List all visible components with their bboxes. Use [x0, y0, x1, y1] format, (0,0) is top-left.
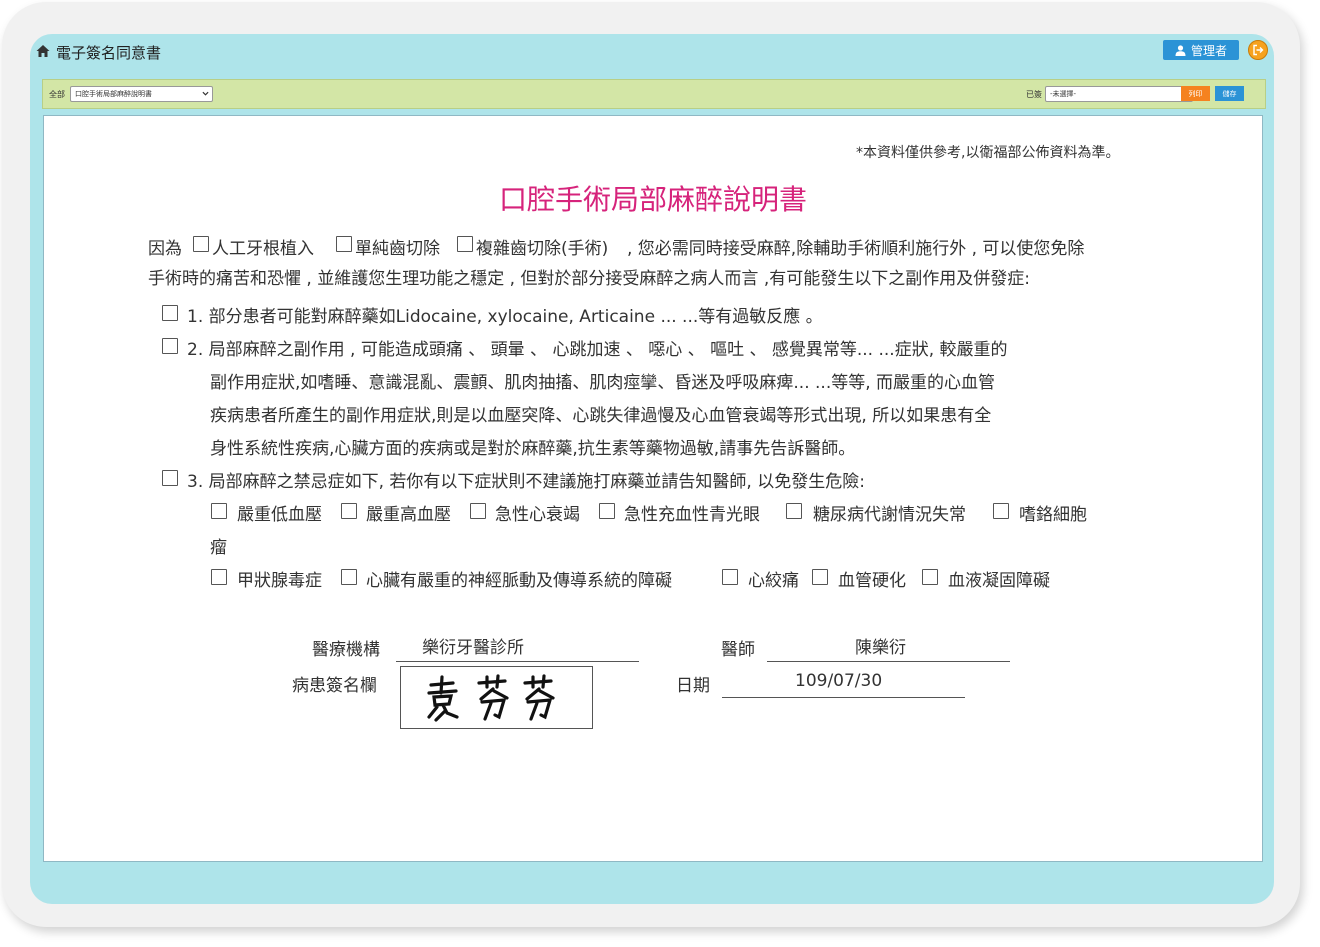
checkbox-pheochromocytoma[interactable]	[993, 503, 1009, 519]
logout-button[interactable]	[1248, 40, 1268, 60]
intro-option-label: 單純齒切除	[355, 239, 440, 259]
checkbox-arteriosclerosis[interactable]	[812, 569, 828, 585]
document-title: 口腔手術局部麻醉說明書	[498, 183, 807, 216]
checkbox-severe-hypotension[interactable]	[211, 503, 227, 519]
contra-label: 急性心衰竭	[495, 505, 580, 525]
device-frame: 電子簽名同意書 管理者 全部 口腔手術局部麻醉說明書 已簽 -未選擇- 列印 儲…	[2, 2, 1300, 927]
category-select-value: 口腔手術局部麻醉說明書	[75, 90, 152, 98]
item-2-line: 副作用症狀,如嗜睡、意識混亂、震顫、肌肉抽搐、肌肉痙攣、昏迷及呼吸麻痺... .…	[210, 373, 996, 393]
contra-label: 血液凝固障礙	[948, 571, 1050, 591]
checkbox-angina[interactable]	[722, 569, 738, 585]
contra-label: 心臟有嚴重的神經脈動及傳導系統的障礙	[366, 571, 672, 591]
checkbox-thyrotoxicosis[interactable]	[211, 569, 227, 585]
doctor-value: 陳樂衍	[855, 638, 906, 658]
item-2-line: 疾病患者所產生的副作用症狀,則是以血壓突降、心跳失律過慢及心血管衰竭等形式出現,…	[210, 406, 992, 426]
checkbox-coagulation-disorder[interactable]	[922, 569, 938, 585]
checkbox-simple-extraction[interactable]	[336, 236, 352, 252]
category-label: 全部	[49, 90, 65, 99]
checkbox-glaucoma[interactable]	[599, 503, 615, 519]
contra-label: 急性充血性青光眼	[624, 505, 760, 525]
intro-line-1: , 您必需同時接受麻醉,除輔助手術順利施行外 , 可以使您免除	[627, 239, 1085, 259]
logout-icon	[1253, 44, 1264, 56]
app-window: 電子簽名同意書 管理者 全部 口腔手術局部麻醉說明書 已簽 -未選擇- 列印 儲…	[30, 34, 1274, 904]
contra-label: 血管硬化	[838, 571, 906, 591]
user-icon	[1175, 44, 1186, 56]
checkbox-item-3[interactable]	[162, 470, 178, 486]
consent-document: *本資料僅供參考,以衛福部公佈資料為準。 口腔手術局部麻醉說明書 因為 人工牙根…	[43, 115, 1263, 862]
signed-select-value: -未選擇-	[1050, 90, 1077, 98]
date-label: 日期	[676, 676, 710, 696]
category-select[interactable]: 口腔手術局部麻醉說明書	[70, 86, 213, 102]
institution-value: 樂衍牙醫診所	[422, 638, 524, 658]
contra-label: 嚴重高血壓	[366, 505, 451, 525]
contra-label: 甲狀腺毒症	[237, 571, 322, 591]
disclaimer: *本資料僅供參考,以衛福部公佈資料為準。	[856, 145, 1120, 161]
contra-label: 心絞痛	[748, 571, 799, 591]
contra-label: 嗜鉻細胞	[1019, 505, 1087, 525]
signed-label: 已簽	[1026, 90, 1042, 99]
item-2-line: 2. 局部麻醉之副作用 , 可能造成頭痛 、 頭暈 、 心跳加速 、 噁心 、 …	[187, 340, 1008, 360]
checkbox-cardiac-conduction[interactable]	[341, 569, 357, 585]
intro-option-label: 複雜齒切除(手術)	[476, 239, 609, 259]
print-button[interactable]: 列印	[1181, 86, 1210, 101]
toolbar: 全部 口腔手術局部麻醉說明書 已簽 -未選擇- 列印 儲存	[42, 79, 1266, 109]
doctor-label: 醫師	[721, 640, 755, 660]
app-title: 電子簽名同意書	[56, 44, 162, 62]
item-2-line: 身性系統性疾病,心臟方面的疾病或是對於麻醉藥,抗生素等藥物過敏,請事先告訴醫師。	[210, 439, 856, 459]
checkbox-diabetes[interactable]	[786, 503, 802, 519]
contra-label: 糖尿病代謝情況失常	[813, 505, 966, 525]
intro-option-label: 人工牙根植入	[212, 239, 314, 259]
checkbox-implant[interactable]	[193, 236, 209, 252]
patient-sign-label: 病患簽名欄	[292, 676, 377, 696]
chevron-down-icon	[202, 91, 209, 96]
contra-label-wrap: 瘤	[210, 538, 227, 558]
checkbox-item-2[interactable]	[162, 338, 178, 354]
patient-signature-box[interactable]	[400, 666, 593, 729]
doctor-underline	[767, 661, 1010, 662]
institution-label: 醫療機構	[312, 640, 380, 660]
admin-button[interactable]: 管理者	[1163, 40, 1239, 60]
item-1-line: 1. 部分患者可能對麻醉藥如Lidocaine, xylocaine, Arti…	[187, 307, 823, 327]
signed-select[interactable]: -未選擇-	[1045, 86, 1193, 102]
checkbox-acute-heart-failure[interactable]	[470, 503, 486, 519]
save-button[interactable]: 儲存	[1215, 86, 1244, 101]
intro-line-2: 手術時的痛苦和恐懼 , 並維護您生理功能之穩定 , 但對於部分接受麻醉之病人而言…	[148, 269, 1030, 289]
admin-label: 管理者	[1190, 43, 1227, 58]
title-bar: 電子簽名同意書 管理者	[30, 34, 1274, 68]
checkbox-item-1[interactable]	[162, 305, 178, 321]
contra-label: 嚴重低血壓	[237, 505, 322, 525]
checkbox-severe-hypertension[interactable]	[341, 503, 357, 519]
item-3-line: 3. 局部麻醉之禁忌症如下, 若你有以下症狀則不建議施打麻藥並請告知醫師, 以免…	[187, 472, 865, 492]
checkbox-complex-extraction[interactable]	[457, 236, 473, 252]
institution-underline	[396, 661, 639, 662]
handwritten-signature	[427, 674, 555, 722]
date-underline	[722, 697, 965, 698]
intro-prefix: 因為	[148, 239, 182, 259]
date-value: 109/07/30	[795, 671, 883, 691]
home-icon[interactable]	[36, 44, 50, 58]
